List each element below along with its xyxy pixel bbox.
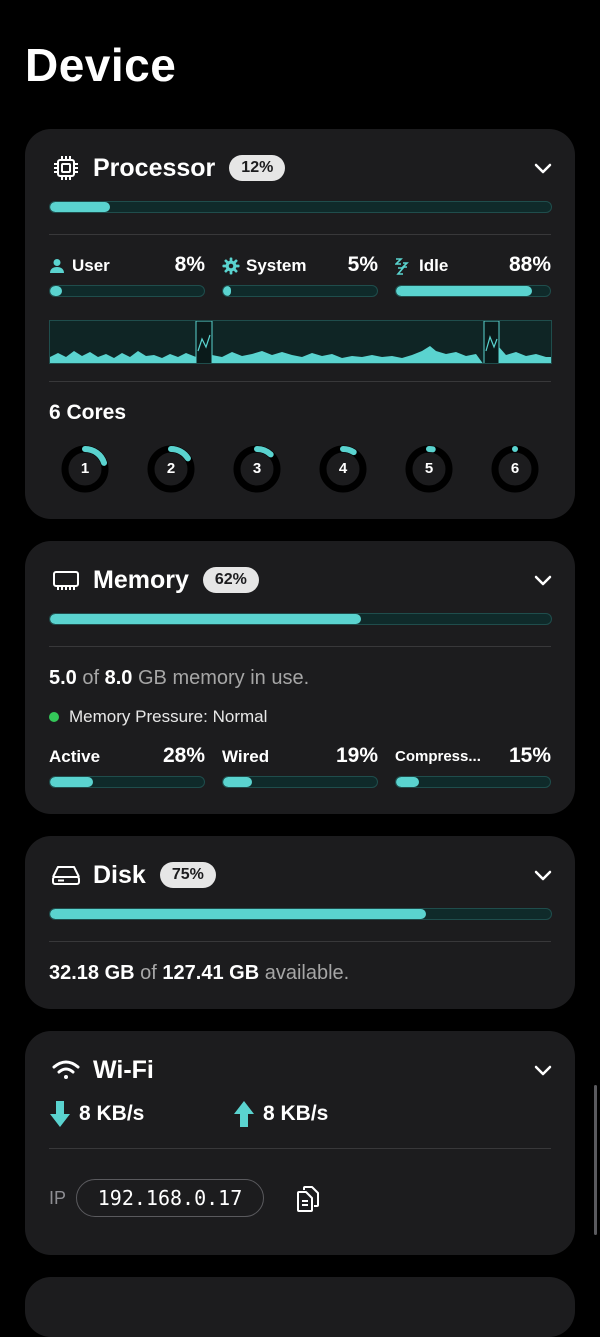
cpu-icon: [49, 151, 83, 185]
memory-total: 8.0: [104, 667, 133, 689]
gear-icon: [222, 257, 240, 275]
arrow-up-icon: [234, 1101, 254, 1127]
memory-chip-icon: [49, 563, 83, 597]
memory-pressure: Memory Pressure: Normal: [49, 707, 267, 727]
stat-system-value: 5%: [347, 253, 378, 276]
stat-compressed-bar: [395, 776, 551, 788]
stat-wired: Wired 19%: [222, 744, 378, 788]
disk-usage-bar: [49, 908, 552, 920]
core-label: 1: [80, 460, 90, 477]
user-icon: [50, 259, 64, 273]
disk-free: 32.18 GB: [49, 962, 135, 984]
processor-badge: 12%: [229, 155, 286, 181]
memory-used: 5.0: [49, 667, 77, 689]
wifi-card[interactable]: Wi-Fi 8 KB/s 8 KB/s IP 192.168.0.17: [25, 1031, 575, 1255]
disk-badge: 75%: [159, 862, 216, 888]
wifi-icon: [49, 1053, 83, 1087]
processor-header[interactable]: Processor 12%: [49, 148, 555, 188]
cpu-history-graph: [49, 320, 552, 364]
stat-wired-bar: [222, 776, 378, 788]
stat-user-label: User: [72, 256, 110, 275]
chevron-down-icon[interactable]: [531, 568, 555, 592]
disk-drive-icon: [49, 858, 83, 892]
cores-title: 6 Cores: [49, 401, 127, 424]
processor-card[interactable]: Processor 12% User 8% System 5% Idle 88%: [25, 129, 575, 519]
chevron-down-icon[interactable]: [531, 863, 555, 887]
cpu-history-plot: [50, 321, 551, 363]
processor-title: Processor: [93, 153, 216, 182]
stat-user: User 8%: [49, 253, 205, 297]
stat-compressed-label: Compress...: [395, 748, 481, 765]
stat-active: Active 28%: [49, 744, 205, 788]
stat-user-bar: [49, 285, 205, 297]
stat-compressed-value: 15%: [508, 744, 551, 767]
arrow-down-icon: [50, 1101, 70, 1127]
upload-speed: 8 KB/s: [233, 1101, 328, 1127]
stat-compressed: Compress... 15%: [395, 744, 551, 788]
scrollbar[interactable]: [594, 1085, 597, 1235]
ip-address[interactable]: 192.168.0.17: [76, 1179, 264, 1217]
stat-active-bar: [49, 776, 205, 788]
stat-idle-label: Idle: [419, 256, 449, 275]
stat-idle-value: 88%: [508, 253, 551, 276]
core-4-gauge: 4: [317, 443, 369, 495]
disk-title: Disk: [93, 860, 146, 889]
stat-active-label: Active: [49, 747, 101, 766]
copy-button[interactable]: [291, 1182, 325, 1216]
stat-system: System 5%: [222, 253, 378, 297]
divider: [49, 1148, 551, 1149]
divider: [49, 234, 551, 235]
memory-header[interactable]: Memory 62%: [49, 560, 555, 600]
core-5-gauge: 5: [403, 443, 455, 495]
disk-header[interactable]: Disk 75%: [49, 855, 555, 895]
stat-user-value: 8%: [174, 253, 205, 276]
copy-icon: [297, 1186, 319, 1212]
memory-title: Memory: [93, 565, 189, 594]
chevron-down-icon[interactable]: [531, 1058, 555, 1082]
stat-system-label: System: [246, 256, 307, 275]
stat-system-bar: [222, 285, 378, 297]
memory-card[interactable]: Memory 62% 5.0 of 8.0 GB memory in use. …: [25, 541, 575, 814]
core-label: 3: [252, 460, 262, 477]
divider: [49, 941, 551, 942]
memory-usage-bar: [49, 613, 552, 625]
core-label: 2: [166, 460, 176, 477]
memory-usage-text: 5.0 of 8.0 GB memory in use.: [49, 667, 310, 689]
zzz-icon: [395, 258, 409, 275]
disk-card[interactable]: Disk 75% 32.18 GB of 127.41 GB available…: [25, 836, 575, 1009]
wifi-title: Wi-Fi: [93, 1055, 154, 1084]
wifi-header[interactable]: Wi-Fi: [49, 1050, 555, 1090]
download-speed: 8 KB/s: [49, 1101, 144, 1127]
core-2-gauge: 2: [145, 443, 197, 495]
divider: [49, 646, 551, 647]
core-label: 6: [510, 460, 520, 477]
memory-badge: 62%: [202, 567, 259, 593]
core-6-gauge: 6: [489, 443, 541, 495]
pressure-status-dot: [49, 712, 59, 722]
core-1-gauge: 1: [59, 443, 111, 495]
ip-label: IP: [49, 1188, 67, 1208]
stat-idle: Idle 88%: [395, 253, 551, 297]
stat-idle-bar: [395, 285, 551, 297]
stat-wired-label: Wired: [222, 747, 270, 766]
divider: [49, 381, 551, 382]
core-3-gauge: 3: [231, 443, 283, 495]
next-card[interactable]: [25, 1277, 575, 1337]
disk-available-text: 32.18 GB of 127.41 GB available.: [49, 962, 350, 984]
processor-usage-bar: [49, 201, 552, 213]
stat-wired-value: 19%: [335, 744, 378, 767]
core-label: 5: [424, 460, 434, 477]
page-title: Device: [25, 39, 177, 91]
core-label: 4: [338, 460, 348, 477]
disk-total: 127.41 GB: [162, 962, 260, 984]
chevron-down-icon[interactable]: [531, 156, 555, 180]
stat-active-value: 28%: [162, 744, 205, 767]
